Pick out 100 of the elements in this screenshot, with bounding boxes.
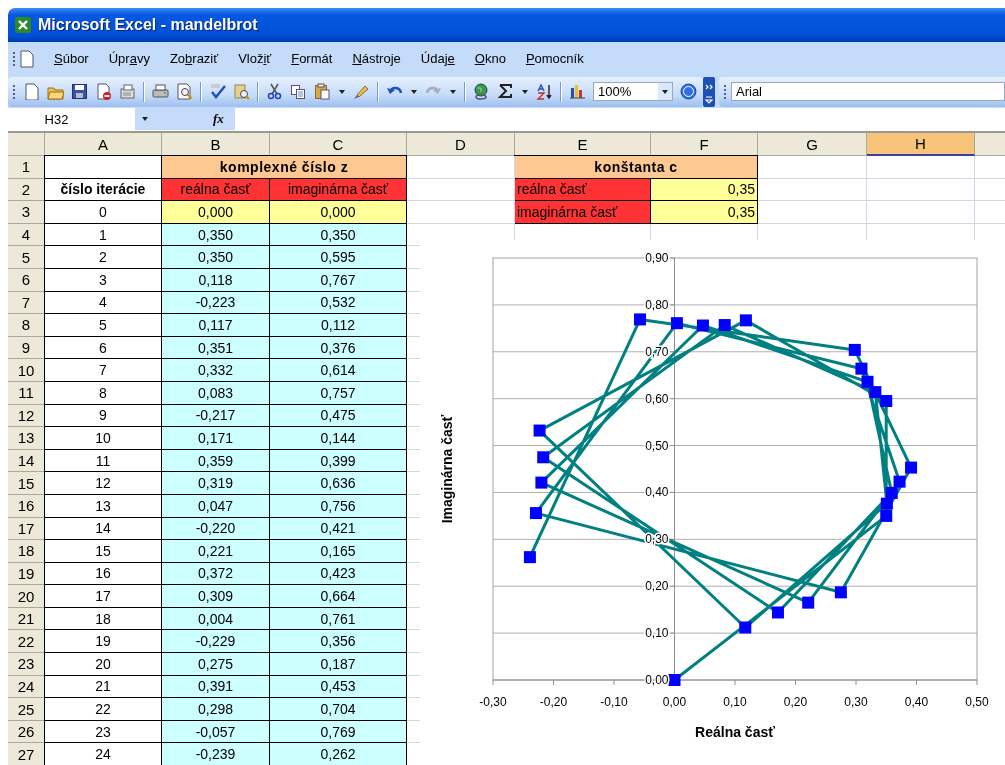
row-header[interactable]: 8 (8, 314, 45, 337)
tick-label: 0,00 (645, 673, 669, 687)
help-icon[interactable] (680, 83, 697, 100)
name-box[interactable]: H32 (8, 108, 135, 130)
menu-item[interactable]: Úpravy (100, 48, 158, 69)
column-header[interactable]: D (407, 133, 515, 156)
caret-icon[interactable] (338, 88, 346, 95)
sort-icon[interactable] (536, 83, 553, 100)
row-header[interactable]: 5 (8, 246, 45, 269)
print-icon[interactable] (152, 83, 169, 100)
copy-icon[interactable] (290, 83, 307, 100)
preview-icon[interactable] (176, 83, 193, 100)
table-cell: 0,636 (269, 471, 407, 495)
column-header[interactable]: G (758, 133, 867, 156)
column-header[interactable]: A (45, 133, 162, 156)
table-cell: 0,118 (161, 267, 270, 292)
table-cell: 0,421 (269, 516, 407, 541)
email-icon[interactable] (119, 83, 136, 100)
table-cell: 0,319 (161, 471, 270, 495)
permission-icon[interactable] (95, 83, 112, 100)
caret-icon[interactable] (141, 116, 149, 122)
globe-link-icon[interactable] (473, 83, 490, 100)
grip-icon[interactable] (12, 83, 16, 100)
menu-item[interactable]: Súbor (46, 48, 97, 69)
menu-item[interactable]: Vložiť (230, 48, 280, 69)
tick-label: 0,40 (904, 695, 929, 709)
column-header[interactable]: E (515, 133, 651, 156)
row-header[interactable]: 20 (8, 585, 45, 608)
table-cell: 0,475 (269, 403, 407, 428)
table-cell: 0,165 (269, 539, 407, 563)
table-header[interactable]: imaginárna časť (269, 177, 407, 202)
tick-label: 0,10 (723, 695, 747, 709)
caret-icon[interactable] (410, 88, 418, 95)
table-header[interactable]: komplexné číslo z (161, 155, 407, 179)
tick-label: 0,10 (645, 626, 669, 641)
menu-item[interactable]: Zobraziť (161, 48, 227, 69)
tick-label: 0,90 (645, 251, 669, 265)
menu-item[interactable]: Pomocník (517, 48, 592, 69)
function-button[interactable]: fx (213, 111, 224, 127)
document-icon[interactable] (18, 49, 36, 68)
save-icon[interactable] (71, 83, 88, 100)
table-cell: 0,35 (650, 200, 758, 224)
table-cell: 0,399 (269, 448, 407, 473)
table-cell: 0,298 (161, 697, 270, 721)
axis-title: Imaginárna časť (439, 414, 455, 524)
row-header[interactable]: 15 (8, 472, 45, 495)
table-cell: 0,767 (269, 267, 407, 292)
zoom-field[interactable]: 100% (593, 82, 673, 101)
clipboard-icon[interactable] (314, 83, 331, 100)
row-header[interactable]: 23 (8, 653, 45, 676)
table-cell: 0,000 (161, 200, 270, 224)
row-header[interactable]: 10 (8, 359, 45, 382)
table-header[interactable]: konštanta c (514, 155, 758, 179)
column-header[interactable]: C (270, 133, 407, 156)
menu-item[interactable]: Formát (283, 48, 341, 69)
row-header[interactable]: 22 (8, 630, 45, 654)
table-cell: -0,057 (161, 719, 270, 744)
table-cell: 0,350 (161, 222, 270, 247)
caret-icon[interactable] (449, 88, 457, 95)
row-header[interactable]: 18 (8, 540, 45, 563)
row-header[interactable]: 13 (8, 427, 45, 450)
column-header[interactable]: F (651, 133, 758, 156)
brush-icon[interactable] (353, 83, 370, 100)
grip-icon[interactable] (723, 83, 727, 100)
row-header[interactable]: 3 (8, 201, 45, 224)
table-cell: 0,595 (269, 245, 407, 269)
bar-chart-icon[interactable] (569, 83, 586, 100)
menu-item[interactable]: Nástroje (344, 48, 409, 69)
column-header[interactable]: H (867, 133, 975, 156)
research-icon[interactable] (233, 83, 250, 100)
table-header[interactable]: reálna časť (161, 177, 270, 202)
data-point (668, 674, 681, 686)
overflow-icon[interactable] (703, 76, 715, 107)
scissors-icon[interactable] (266, 83, 283, 100)
caret-icon[interactable] (521, 88, 529, 95)
caret-icon (661, 88, 669, 95)
table-cell: 0,309 (161, 584, 270, 608)
spelling-icon[interactable] (209, 83, 226, 100)
tick-label: 0,50 (965, 695, 989, 709)
table-cell: 0,769 (269, 719, 407, 744)
font-field[interactable]: Arial (731, 82, 1005, 101)
grip-icon (12, 50, 16, 67)
row-header[interactable]: 27 (8, 743, 45, 765)
tick-label: 0,30 (645, 532, 669, 547)
menu-item[interactable]: Okno (466, 48, 514, 69)
axis-title: Reálna časť (695, 724, 775, 740)
tick-label: -0,30 (479, 695, 507, 709)
row-header[interactable]: 1 (8, 156, 45, 179)
excel-icon[interactable] (14, 16, 32, 34)
table-cell: 0,221 (161, 539, 270, 563)
table-cell: -0,223 (161, 290, 270, 315)
sigma-icon[interactable] (497, 83, 514, 100)
table-cell: 0,000 (269, 200, 407, 224)
row-header[interactable]: 25 (8, 698, 45, 721)
document-icon[interactable] (23, 83, 40, 100)
menu-item[interactable]: Údaje (412, 48, 463, 69)
column-header[interactable]: B (162, 133, 270, 156)
table-cell: 0,756 (269, 493, 407, 518)
table-cell: 0,262 (269, 742, 407, 765)
data-point (880, 395, 893, 407)
